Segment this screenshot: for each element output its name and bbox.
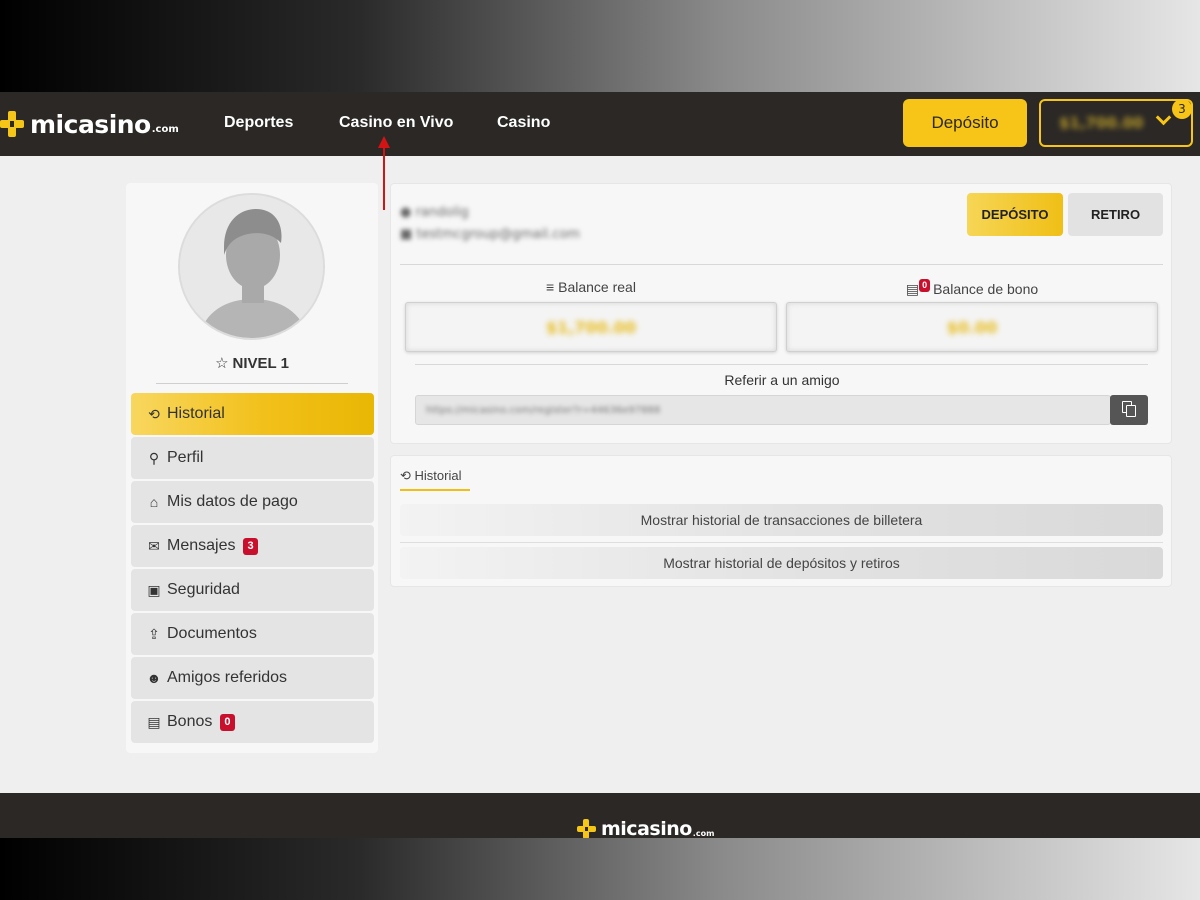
user-level: ☆ NIVEL 1 (126, 354, 378, 372)
nav-casino[interactable]: Casino (497, 114, 550, 132)
logo-suffix: .com (151, 123, 179, 135)
tab-historial[interactable]: ⟲ Historial (400, 468, 470, 491)
sidebar-item-label: Mensajes (167, 537, 236, 554)
user-icon: ⚲ (148, 449, 160, 466)
copy-link-button[interactable] (1110, 395, 1148, 425)
site-logo[interactable]: micasino .com (0, 109, 179, 139)
real-balance-label: ≡ Balance real (546, 279, 636, 295)
notification-badge: 3 (1172, 99, 1192, 119)
sidebar-item-mensajes[interactable]: ✉ Mensajes 3 (131, 525, 374, 567)
gift-icon: ▤ (905, 281, 920, 297)
account-username: ● randolig (400, 205, 469, 220)
bonus-count-badge: 0 (220, 713, 235, 731)
divider (400, 542, 1163, 543)
footer-logo[interactable]: micasino .com (577, 818, 714, 840)
logo-text: micasino (30, 109, 151, 139)
sidebar-item-amigos-referidos[interactable]: ☻ Amigos referidos (131, 657, 374, 699)
users-icon: ☻ (146, 670, 162, 686)
bank-icon: ⌂ (149, 494, 159, 510)
divider (156, 383, 348, 384)
messages-count-badge: 3 (243, 537, 258, 555)
referral-link-field[interactable]: https://micasino.com/register?r=44636e97… (415, 395, 1111, 425)
sidebar-item-seguridad[interactable]: ▣ Seguridad (131, 569, 374, 611)
history-icon: ⟲ (148, 405, 160, 422)
nav-casino-en-vivo[interactable]: Casino en Vivo (339, 114, 453, 132)
account-email: ■ testmcgroup@gmail.com (400, 227, 580, 242)
avatar (178, 193, 325, 340)
annotation-arrow (383, 146, 385, 210)
header-balance: $1,700.00 (1059, 114, 1144, 132)
history-card: ⟲ Historial Mostrar historial de transac… (390, 455, 1172, 587)
sidebar-item-perfil[interactable]: ⚲ Perfil (131, 437, 374, 479)
footer-logo-suffix: .com (692, 828, 715, 838)
real-balance-value: $1,700.00 (545, 317, 637, 337)
real-balance-box: $1,700.00 (405, 302, 777, 352)
referral-link-text: https://micasino.com/register?r=44636e97… (426, 404, 661, 416)
wallet-history-button[interactable]: Mostrar historial de transacciones de bi… (400, 504, 1163, 536)
logo-cross-icon (577, 819, 597, 839)
user-icon: ● (400, 205, 416, 220)
backdrop-top (0, 0, 1200, 92)
bonus-balance-value: $0.00 (946, 317, 998, 337)
backdrop-bottom (0, 838, 1200, 900)
gift-icon: ▤ (147, 713, 161, 730)
envelope-icon: ■ (400, 227, 417, 242)
sidebar-item-label: Historial (167, 405, 225, 422)
chevron-down-icon (1155, 109, 1172, 126)
history-icon: ⟲ (400, 468, 415, 483)
sidebar-item-historial[interactable]: ⟲ Historial (131, 393, 374, 435)
sidebar-item-bonos[interactable]: ▤ Bonos 0 (131, 701, 374, 743)
nav-deportes[interactable]: Deportes (224, 114, 293, 132)
sidebar-item-documentos[interactable]: ⇪ Documentos (131, 613, 374, 655)
referral-label: Referir a un amigo (724, 372, 840, 388)
star-icon: ☆ (215, 355, 229, 372)
footer-logo-text: micasino (601, 818, 692, 840)
lock-icon: ▣ (147, 581, 161, 598)
sidebar-item-label: Seguridad (167, 581, 240, 598)
divider (400, 264, 1163, 265)
logo-cross-icon (0, 111, 26, 137)
withdraw-tab-button[interactable]: RETIRO (1068, 193, 1163, 236)
sidebar-item-label: Perfil (167, 449, 204, 466)
divider (415, 364, 1148, 365)
annotation-arrow-head (378, 136, 390, 148)
bonus-balance-box: $0.00 (786, 302, 1158, 352)
top-navbar: micasino .com Deportes Casino en Vivo Ca… (0, 92, 1200, 156)
database-icon: ≡ (546, 279, 559, 295)
upload-icon: ⇪ (148, 625, 160, 642)
sidebar-item-label: Documentos (167, 625, 257, 642)
deposit-withdraw-history-button[interactable]: Mostrar historial de depósitos y retiros (400, 547, 1163, 579)
sidebar-item-mis-datos-de-pago[interactable]: ⌂ Mis datos de pago (131, 481, 374, 523)
deposit-tab-button[interactable]: DEPÓSITO (967, 193, 1063, 236)
sidebar-item-label: Amigos referidos (167, 669, 288, 686)
footer: micasino .com (0, 793, 1200, 840)
bonus-balance-badge: 0 (919, 279, 931, 292)
profile-sidebar: ☆ NIVEL 1 ⟲ Historial ⚲ Perfil ⌂ Mis dato… (126, 183, 378, 753)
sidebar-item-label: Bonos (167, 713, 213, 730)
user-silhouette-icon (180, 195, 323, 338)
balance-dropdown[interactable]: $1,700.00 (1039, 99, 1193, 147)
account-card: ● randolig ■ testmcgroup@gmail.com DEPÓS… (390, 183, 1172, 444)
envelope-icon: ✉ (148, 537, 160, 554)
sidebar-item-label: Mis datos de pago (167, 493, 298, 510)
deposit-button[interactable]: Depósito (903, 99, 1027, 147)
bonus-balance-label: ▤ 0 Balance de bono (905, 279, 1039, 297)
level-label: NIVEL 1 (232, 355, 289, 372)
